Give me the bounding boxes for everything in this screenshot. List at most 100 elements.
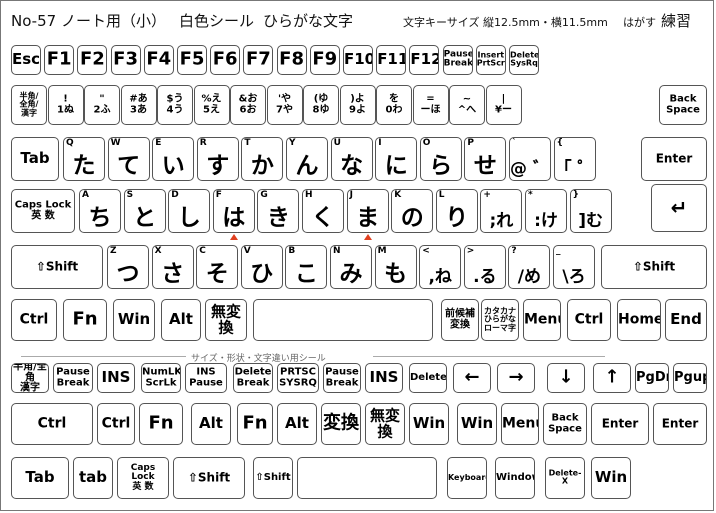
fn-key-2-label: F2 <box>79 48 105 70</box>
top-letter-key-7-latin: I <box>378 138 382 148</box>
top-letter-key-11-kana: 「 ゜ <box>554 159 595 179</box>
extra-key-b-11: Back Space <box>543 403 587 445</box>
fn-key-14: Insert PrtScr <box>475 45 506 75</box>
extra-key-c-1: tab <box>73 457 113 499</box>
extra-key-c-0-label: Tab <box>25 468 55 487</box>
shift-letter-key-8-kana: .る <box>473 267 497 287</box>
extra-key-b-8-label: Win <box>412 414 446 433</box>
shift-letter-key-0-latin: Z <box>110 246 117 256</box>
number-key-7-label: 'や 7や <box>276 93 293 115</box>
extra-key-b-0-label: Ctrl <box>37 415 67 432</box>
bottom-key-7: カタカナ ひらがな ローマ字 <box>481 299 519 341</box>
extra-key-a-1-label: Pause Break <box>56 366 90 388</box>
number-key-1: ! 1ぬ <box>47 85 84 125</box>
fn-key-7-label: F7 <box>245 48 271 70</box>
top-letter-key-3-kana: す <box>206 153 230 179</box>
shift-letter-key-8-latin: > <box>466 246 475 256</box>
shift-letter-key-1: Xさ <box>151 245 194 289</box>
bottom-key-1-label: Fn <box>72 308 98 330</box>
fn-key-3-label: F3 <box>113 48 138 70</box>
number-key-11: = ーほ <box>412 85 449 125</box>
shift-letter-key-4-latin: B <box>288 246 296 256</box>
number-key-4: $う 4う <box>157 85 193 125</box>
top-letter-key-10-latin: ` <box>512 138 517 148</box>
fn-key-8: F8 <box>276 45 307 75</box>
extra-key-a-2: INS <box>97 363 135 393</box>
extra-key-a-9-label: Delete <box>410 371 447 383</box>
extra-key-b-3: Alt <box>191 403 231 445</box>
shift-letter-key-6: Mも <box>374 245 417 289</box>
bottom-key-11-label: End <box>670 310 702 329</box>
shift-letter-key-5-kana: み <box>339 261 363 287</box>
fn-key-1: F1 <box>44 45 75 75</box>
extra-key-b-13: Enter <box>653 403 707 445</box>
number-key-13-label: | ¥ー <box>495 93 512 115</box>
extra-key-a-13-label: ↑ <box>604 366 620 388</box>
bottom-key-4-label: 無変換 <box>210 302 241 336</box>
number-key-11-label: = ーほ <box>420 93 441 115</box>
bottom-key-10-label: Home <box>618 311 661 328</box>
extra-key-b-4-label: Fn <box>242 412 268 434</box>
number-key-0: 半角/ 全角/ 漢字 <box>11 85 47 125</box>
enter-key-lower: ↵ <box>651 184 707 232</box>
bottom-key-2-label: Win <box>117 310 151 329</box>
top-letter-key-0: Qた <box>63 137 105 181</box>
tab-key: Tab <box>11 137 59 181</box>
fn-key-5: F5 <box>177 45 207 75</box>
home-letter-key-6-kana: ま <box>356 205 380 231</box>
shift-letter-key-10-kana: \ろ <box>562 267 586 287</box>
shift-letter-key-8: > .る <box>463 245 506 289</box>
caps-lock-key-label: Caps Lock 英 数 <box>14 199 72 221</box>
right-shift-key-label: ⇧Shift <box>632 259 676 274</box>
top-letter-key-2: Eい <box>152 137 195 181</box>
number-key-7: 'や 7や <box>266 85 303 125</box>
extra-key-c-3-label: ⇧Shift <box>187 470 231 485</box>
shift-letter-key-2-latin: C <box>199 246 206 256</box>
extra-key-c-2: Caps Lock 英 数 <box>117 457 169 499</box>
extra-key-b-6-label: 変換 <box>323 412 359 434</box>
extra-key-c-6-label: Keyboard <box>448 472 487 482</box>
shift-letter-key-3: Vひ <box>240 245 283 289</box>
extra-key-b-3-label: Alt <box>199 414 223 433</box>
extra-key-a-13: ↑ <box>593 363 631 393</box>
fn-key-4-label: F4 <box>146 48 172 70</box>
home-letter-key-9: + ;れ <box>480 189 523 233</box>
home-letter-key-0-latin: A <box>82 190 89 200</box>
extra-key-b-6: 変換 <box>321 403 361 445</box>
extra-key-a-15-label: Pgup <box>674 370 706 386</box>
fn-key-11-label: F11 <box>377 50 407 69</box>
extra-key-b-2: Fn <box>139 403 183 445</box>
divider-line-right <box>373 356 605 357</box>
number-key-8-label: (ゆ 8ゆ <box>312 93 330 115</box>
extra-key-c-0: Tab <box>11 457 69 499</box>
fn-key-14-label: Insert PrtScr <box>476 50 505 68</box>
shift-letter-key-9-kana: /め <box>517 267 541 287</box>
home-letter-key-8-latin: L <box>438 190 445 200</box>
number-key-14-label: Back Space <box>666 93 700 115</box>
extra-key-a-3-label: NumLK ScrLk <box>142 366 181 388</box>
shift-letter-key-1-kana: さ <box>161 261 185 287</box>
extra-key-c-4: ⇧Shift <box>253 457 293 499</box>
home-letter-key-10-kana: :け <box>534 211 558 231</box>
home-letter-key-4-latin: G <box>260 190 268 200</box>
top-letter-key-1: Wて <box>107 137 150 181</box>
home-letter-key-7-latin: K <box>394 190 402 200</box>
extra-key-c-6: Keyboard <box>447 457 487 499</box>
number-key-9-label: )よ 9よ <box>349 93 366 115</box>
bottom-key-5 <box>253 299 433 341</box>
top-letter-key-8-kana: ら <box>429 153 453 179</box>
extra-key-a-6-label: PRTSC SYSRQ <box>279 366 317 388</box>
fn-key-2: F2 <box>77 45 108 75</box>
shift-letter-key-7-kana: ,ね <box>428 267 452 287</box>
extra-key-c-9: Win <box>591 457 631 499</box>
shift-letter-key-9-latin: ? <box>511 246 517 256</box>
extra-key-a-7-label: Pause Break <box>325 366 359 388</box>
home-letter-key-1: Sと <box>123 189 166 233</box>
home-letter-key-2-kana: し <box>177 205 201 231</box>
home-letter-key-1-latin: S <box>126 190 134 200</box>
number-key-0-label: 半角/ 全角/ 漢字 <box>19 91 39 118</box>
extra-key-c-1-label: tab <box>78 468 108 487</box>
extra-key-b-13-label: Enter <box>661 416 699 431</box>
home-letter-key-11-latin: } <box>572 190 580 200</box>
number-key-12-label: ~ ^へ <box>457 93 477 115</box>
